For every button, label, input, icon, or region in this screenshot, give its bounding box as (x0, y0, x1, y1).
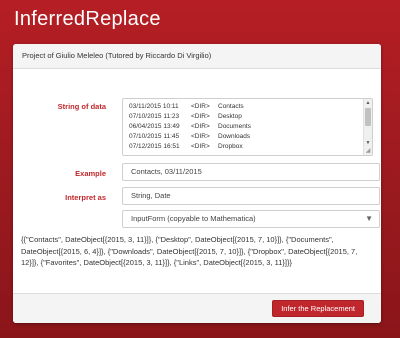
string-of-data-textarea[interactable]: 03/11/2015 10:11 <DIR> Contacts 07/10/2015 … (122, 98, 373, 156)
app-background: InferredReplace Project of Giulio Melele… (0, 0, 400, 338)
textarea-line: 07/12/2015 16:51 <DIR> Dropbox (129, 142, 251, 152)
resize-handle-icon[interactable]: ◢ (364, 147, 372, 155)
textarea-line: 06/04/2015 13:49 <DIR> Documents (129, 122, 251, 132)
line-date: 07/12/2015 16:51 (129, 143, 180, 150)
line-date: 07/10/2015 11:45 (129, 133, 180, 140)
string-of-data-label: String of data (57, 102, 106, 111)
line-name: Documents (218, 123, 251, 130)
line-dir: <DIR> (191, 103, 210, 110)
chevron-down-icon: ▼ (365, 214, 373, 223)
panel-header: Project of Giulio Meleleo (Tutored by Ri… (13, 44, 381, 69)
line-name: Downloads (218, 133, 251, 140)
infer-replacement-button[interactable]: Infer the Replacement (272, 300, 364, 317)
output-format-selected: InputForm (copyable to Mathematica) (131, 214, 256, 223)
line-dir: <DIR> (191, 143, 210, 150)
line-date: 03/11/2015 10:11 (129, 103, 179, 110)
scrollbar-thumb[interactable] (365, 108, 371, 126)
textarea-line: 07/10/2015 11:45 <DIR> Downloads (129, 132, 251, 142)
main-panel: Project of Giulio Meleleo (Tutored by Ri… (13, 44, 381, 323)
output-format-select[interactable]: InputForm (copyable to Mathematica) ▼ (122, 210, 380, 228)
line-name: Dropbox (218, 143, 243, 150)
line-name: Contacts (218, 103, 244, 110)
line-dir: <DIR> (191, 123, 210, 130)
textarea-content: 03/11/2015 10:11 <DIR> Contacts 07/10/2015 … (129, 102, 251, 152)
interpret-as-input[interactable]: String, Date (122, 187, 380, 205)
line-date: 06/04/2015 13:49 (129, 123, 180, 130)
line-date: 07/10/2015 11:23 (129, 113, 180, 120)
example-label: Example (75, 169, 106, 178)
panel-footer: Infer the Replacement (13, 293, 381, 323)
interpret-as-label: Interpret as (65, 193, 106, 202)
textarea-line: 03/11/2015 10:11 <DIR> Contacts (129, 102, 251, 112)
arrow-down-icon[interactable]: ▼ (364, 139, 372, 147)
app-title: InferredReplace (14, 8, 161, 30)
line-dir: <DIR> (191, 133, 210, 140)
arrow-up-icon[interactable]: ▲ (364, 99, 372, 107)
line-name: Desktop (218, 113, 242, 120)
result-output: {{"Contacts", DateObject[{2015, 3, 11}]}… (21, 235, 358, 267)
line-dir: <DIR> (191, 113, 210, 120)
example-input[interactable]: Contacts, 03/11/2015 (122, 163, 380, 181)
textarea-line: 07/10/2015 11:23 <DIR> Desktop (129, 112, 251, 122)
